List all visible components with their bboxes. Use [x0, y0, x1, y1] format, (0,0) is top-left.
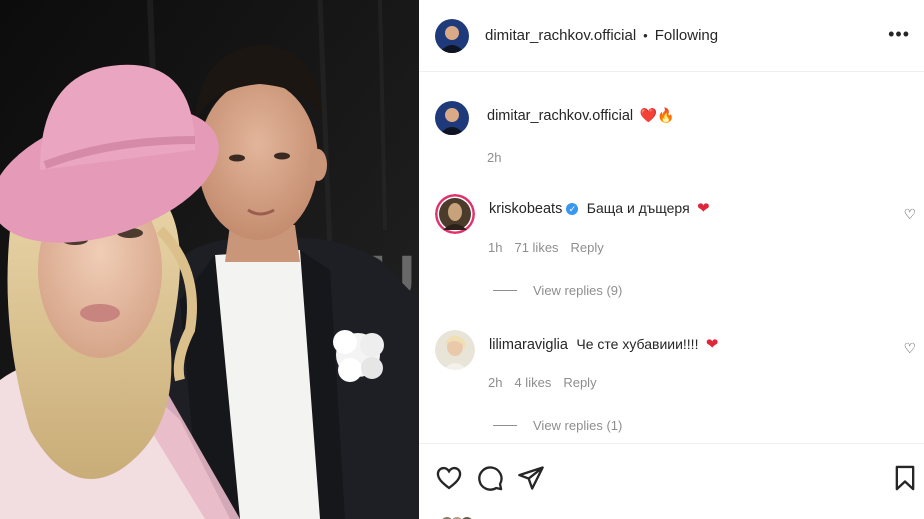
comment-meta: 1h 71 likes Reply [488, 240, 604, 255]
author-username[interactable]: dimitar_rachkov.official [485, 27, 636, 44]
bookmark-icon[interactable] [891, 464, 919, 492]
caption-avatar[interactable] [435, 101, 469, 135]
commenter-avatar[interactable] [435, 194, 475, 234]
post-caption: dimitar_rachkov.official ❤️🔥 [435, 101, 674, 135]
comment-like-icon[interactable]: ♡ [903, 340, 916, 357]
action-bar [419, 443, 924, 519]
liked-by-avatars[interactable] [441, 514, 485, 519]
commenter-avatar[interactable] [435, 330, 475, 370]
post-image: LU [0, 0, 419, 519]
caption-emoji: ❤️🔥 [639, 107, 675, 123]
comment-icon[interactable] [476, 464, 504, 492]
comment-time[interactable]: 2h [488, 375, 502, 390]
view-replies-button[interactable]: View replies (1) [493, 418, 622, 433]
commenter-username[interactable]: lilimaraviglia [489, 337, 568, 353]
comment-text: Баща и дъщеря [586, 200, 690, 216]
comment-likes[interactable]: 4 likes [514, 375, 551, 390]
red-heart-emoji: ❤ [697, 200, 710, 217]
author-avatar[interactable] [435, 18, 469, 53]
caption-timestamp[interactable]: 2h [487, 150, 501, 165]
like-icon[interactable] [435, 464, 463, 492]
post-sidebar: dimitar_rachkov.official • Following •••… [419, 0, 924, 519]
following-button[interactable]: Following [655, 27, 718, 44]
comment-item: kriskobeats ✓ Баща и дъщеря ❤ [435, 194, 710, 234]
comment-like-icon[interactable]: ♡ [903, 206, 916, 223]
reply-button[interactable]: Reply [563, 375, 596, 390]
comment-item: lilimaraviglia Че сте хубавиии!!!! ❤ [435, 330, 719, 370]
send-icon[interactable] [517, 464, 545, 492]
post-photo[interactable]: LU [0, 0, 419, 519]
view-replies-label: View replies (9) [533, 283, 623, 298]
view-replies-label: View replies (1) [533, 418, 623, 433]
comment-time[interactable]: 1h [488, 240, 502, 255]
comment-likes[interactable]: 71 likes [514, 240, 558, 255]
more-options-icon[interactable]: ••• [888, 24, 910, 44]
verified-badge-icon: ✓ [566, 203, 579, 215]
reply-button[interactable]: Reply [571, 240, 604, 255]
comment-text: Че сте хубавиии!!!! [576, 336, 699, 352]
flower-boutonniere [333, 330, 384, 382]
separator-dot: • [643, 28, 648, 43]
caption-username[interactable]: dimitar_rachkov.official [487, 108, 633, 124]
comment-meta: 2h 4 likes Reply [488, 375, 597, 390]
post-header: dimitar_rachkov.official • Following ••• [419, 0, 924, 72]
replies-line [493, 425, 517, 426]
red-heart-emoji: ❤ [705, 336, 719, 353]
commenter-username[interactable]: kriskobeats [489, 201, 562, 217]
view-replies-button[interactable]: View replies (9) [493, 283, 622, 298]
replies-line [493, 290, 517, 291]
